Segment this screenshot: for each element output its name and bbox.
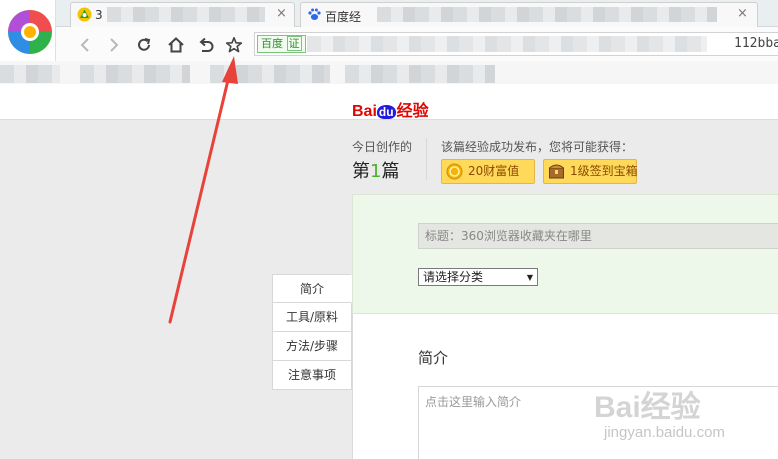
back-icon[interactable] bbox=[76, 35, 96, 55]
tab-bar: 3 × 百度经 × bbox=[0, 0, 778, 27]
watermark-logo: Bai经验 bbox=[594, 391, 701, 424]
page-content: Bai du 经验 今日创作的 第1篇 该篇经验成功发布，您将可能获得： 20财富值… bbox=[0, 92, 778, 459]
intro-heading: 简介 bbox=[418, 349, 449, 367]
chest-icon bbox=[548, 163, 565, 180]
address-site-badge: 百度 证 bbox=[257, 35, 306, 53]
article-form-header: 标题：360浏览器收藏夹在哪里 请选择分类 ▼ bbox=[352, 194, 778, 314]
site-header: Bai du 经验 bbox=[0, 92, 778, 120]
address-url-redacted bbox=[307, 36, 707, 52]
undo-icon[interactable] bbox=[196, 35, 216, 55]
reward-text: 该篇经验成功发布，您将可能获得： bbox=[441, 140, 634, 154]
tab-title-redacted bbox=[377, 7, 717, 22]
address-bar[interactable]: 百度 证 112bba bbox=[254, 32, 778, 56]
article-count: 第1篇 bbox=[352, 161, 400, 182]
tab-title-redacted bbox=[107, 7, 265, 22]
title-input[interactable]: 标题：360浏览器收藏夹在哪里 bbox=[418, 223, 778, 249]
wealth-badge: 20财富值 bbox=[441, 159, 535, 184]
bookmark-redacted[interactable] bbox=[0, 65, 60, 83]
navigation-bar: 百度 证 112bba bbox=[56, 27, 778, 61]
address-url-tail: 112bba bbox=[734, 36, 778, 51]
tab-close-button[interactable]: × bbox=[737, 7, 748, 21]
tab-title: 百度经 bbox=[325, 10, 362, 24]
browser-logo-tile[interactable] bbox=[0, 0, 56, 62]
chest-badge: 1级签到宝箱 bbox=[543, 159, 638, 184]
coin-icon bbox=[446, 163, 463, 180]
divider bbox=[426, 138, 427, 180]
star-icon[interactable] bbox=[224, 35, 244, 55]
tab-title: 3 bbox=[95, 8, 103, 22]
paw-icon bbox=[307, 7, 322, 22]
tab-2[interactable]: 百度经 × bbox=[300, 2, 758, 27]
tab-close-button[interactable]: × bbox=[276, 7, 287, 21]
watermark-url: jingyan.baidu.com bbox=[604, 424, 725, 441]
bookmark-redacted[interactable] bbox=[210, 65, 330, 83]
bookmark-redacted[interactable] bbox=[80, 65, 190, 83]
watermark: Bai经验 jingyan.baidu.com bbox=[594, 374, 778, 459]
browser-logo-icon bbox=[8, 10, 52, 54]
section-nav-intro[interactable]: 简介 bbox=[272, 274, 352, 303]
forward-icon[interactable] bbox=[103, 35, 123, 55]
page-top-edge bbox=[0, 84, 778, 92]
site-logo[interactable]: Bai du 经验 bbox=[352, 97, 429, 121]
tab-1[interactable]: 3 × bbox=[70, 2, 295, 27]
today-label: 今日创作的 bbox=[352, 140, 413, 154]
section-nav-tools[interactable]: 工具/原料 bbox=[272, 303, 352, 332]
tab-favicon-icon bbox=[77, 7, 92, 22]
home-icon[interactable] bbox=[166, 35, 186, 55]
bookmark-redacted[interactable] bbox=[345, 65, 495, 83]
section-nav-notes[interactable]: 注意事项 bbox=[272, 361, 352, 390]
section-nav: 简介 工具/原料 方法/步骤 注意事项 bbox=[272, 274, 352, 390]
section-nav-steps[interactable]: 方法/步骤 bbox=[272, 332, 352, 361]
chevron-down-icon: ▼ bbox=[526, 273, 533, 282]
category-select[interactable]: 请选择分类 ▼ bbox=[418, 268, 538, 286]
refresh-icon[interactable] bbox=[134, 35, 154, 55]
